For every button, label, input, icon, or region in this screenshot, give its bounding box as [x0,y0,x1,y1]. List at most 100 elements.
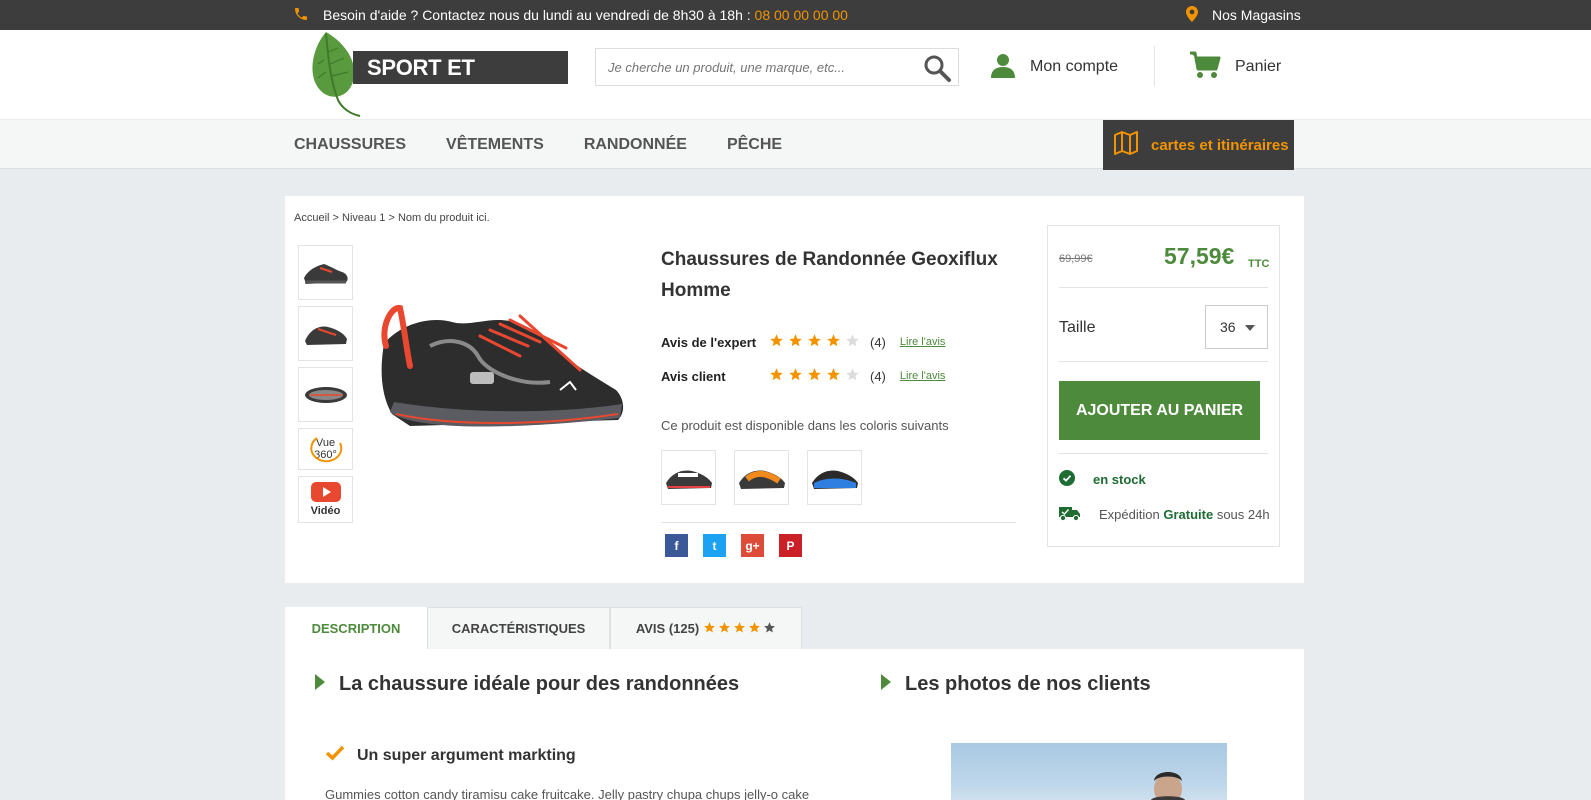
customer-photo-image [1151,772,1185,800]
location-pin-icon [1186,5,1198,25]
shoe-orange-icon [738,470,785,489]
color-swatch-3[interactable] [807,450,862,505]
expert-rating-count: (4) [870,334,886,350]
nav-item-peche[interactable]: PÊCHE [727,136,782,154]
search-input[interactable] [596,49,906,85]
size-select[interactable]: 36 [1205,305,1268,349]
size-label: Taille [1059,319,1096,336]
shipping-free: Gratuite [1163,507,1214,522]
stores-link[interactable]: Nos Magasins [1186,0,1301,30]
stock-label: en stock [1093,472,1146,487]
delivery-truck-icon [1059,504,1081,525]
breadcrumb: Accueil > Niveau 1 > Nom du produit ici. [294,212,490,224]
size-value: 36 [1220,319,1236,335]
thumbnail-video[interactable]: Vidéo [298,476,353,523]
argument-title: Un super argument markting [325,745,576,766]
facebook-icon[interactable]: f [665,534,688,557]
logo[interactable]: SPORT ET NATURE [308,30,568,119]
buy-box: 69,99€ 57,59€ TTC Taille 36 AJOUTER AU P… [1047,225,1280,547]
social-share: f t g+ P [665,534,802,557]
account-label: Mon compte [1030,58,1119,75]
description-text: Gummies cotton candy tiramisu cake fruit… [325,787,810,800]
star-empty-icon [845,333,860,351]
tab-description[interactable]: DESCRIPTION [285,607,427,649]
thumbnail-360[interactable]: Vue 360° [298,428,353,470]
star-filled-icon [807,333,822,351]
pinterest-icon[interactable]: P [779,534,802,557]
current-price: 57,59€ [1164,243,1235,269]
star-filled-icon [703,621,716,637]
caret-right-icon [881,673,891,696]
star-filled-icon [788,367,803,385]
description-panel: La chaussure idéale pour des randonnées … [285,649,1304,800]
customer-photo[interactable] [951,743,1227,800]
google-plus-icon[interactable]: g+ [741,534,764,557]
stores-label: Nos Magasins [1212,7,1301,23]
shoe-angle-icon [304,326,347,345]
header: SPORT ET NATURE Mon compte Panier [0,30,1591,119]
expert-rating-stars [769,333,860,351]
caret-right-icon [315,673,325,696]
shipping-info: Expédition Gratuite sous 24h [1059,504,1270,525]
star-filled-icon [826,367,841,385]
top-bar: Besoin d'aide ? Contactez nous du lundi … [0,0,1591,30]
color-swatch-2[interactable] [734,450,789,505]
color-swatch-1[interactable] [661,450,716,505]
nav-item-vetements[interactable]: VÊTEMENTS [446,136,544,154]
twitter-icon[interactable]: t [703,534,726,557]
account-link[interactable]: Mon compte [990,52,1118,82]
chevron-down-icon [1245,325,1255,331]
expert-read-link[interactable]: Lire l'avis [900,336,946,348]
description-section-title: La chaussure idéale pour des randonnées [315,673,739,696]
shoe-blue-icon [811,470,858,489]
thumbnail-3[interactable] [298,367,353,422]
customer-rating: Avis client (4) Lire l'avis [661,366,945,386]
buybox-divider [1059,361,1268,362]
shipping-prefix: Expédition [1099,507,1160,522]
star-filled-icon [733,621,746,637]
star-filled-icon [769,333,784,351]
star-filled-icon [826,333,841,351]
video-label: Vidéo [310,505,341,517]
nav-item-chaussures[interactable]: CHAUSSURES [294,136,406,154]
cart-label: Panier [1235,58,1282,75]
logo-text: SPORT ET NATURE [353,51,568,113]
vue-360-icon: Vue 360° [310,437,343,463]
expert-rating-label: Avis de l'expert [661,334,757,350]
check-circle-icon [1059,470,1075,489]
thumbnail-2[interactable] [298,306,353,361]
customer-rating-label: Avis client [661,368,726,384]
help-text: Besoin d'aide ? Contactez nous du lundi … [323,7,751,23]
star-filled-icon [769,367,784,385]
tab-caracteristiques[interactable]: CARACTÉRISTIQUES [427,607,610,649]
star-empty-icon [763,621,776,637]
star-empty-icon [845,367,860,385]
product-title: Chaussures de Randonnée Geoxiflux Homme [661,249,998,301]
cart-link[interactable]: Panier [1189,51,1282,82]
star-filled-icon [748,621,761,637]
stock-status: en stock [1059,470,1146,489]
product-info: Chaussures de Randonnée Geoxiflux Homme … [661,244,1016,557]
shipping-suffix: sous 24h [1216,507,1270,522]
price-ttc: TTC [1248,258,1270,270]
phone-icon [293,6,309,25]
customer-read-link[interactable]: Lire l'avis [900,370,946,382]
colors-text: Ce produit est disponible dans les color… [661,418,949,433]
thumbnail-1[interactable] [298,245,353,300]
product-main-image[interactable] [370,286,630,446]
tab-avis[interactable]: AVIS (125) [610,607,802,649]
checkmark-icon [325,745,345,766]
photos-section-title: Les photos de nos clients [881,673,1151,696]
search-box [595,48,959,86]
star-filled-icon [807,367,822,385]
search-icon[interactable] [922,53,952,83]
map-icon [1113,130,1139,160]
phone-number[interactable]: 08 00 00 00 00 [755,7,848,23]
shoe-side-icon [303,263,348,284]
reviews-stars [703,621,776,637]
video-play-icon [310,482,341,502]
add-to-cart-button[interactable]: AJOUTER AU PANIER [1059,381,1260,440]
info-divider [661,522,1016,523]
nav-item-randonnee[interactable]: RANDONNÉE [584,136,687,154]
maps-button[interactable]: cartes et itinéraires [1103,120,1294,170]
